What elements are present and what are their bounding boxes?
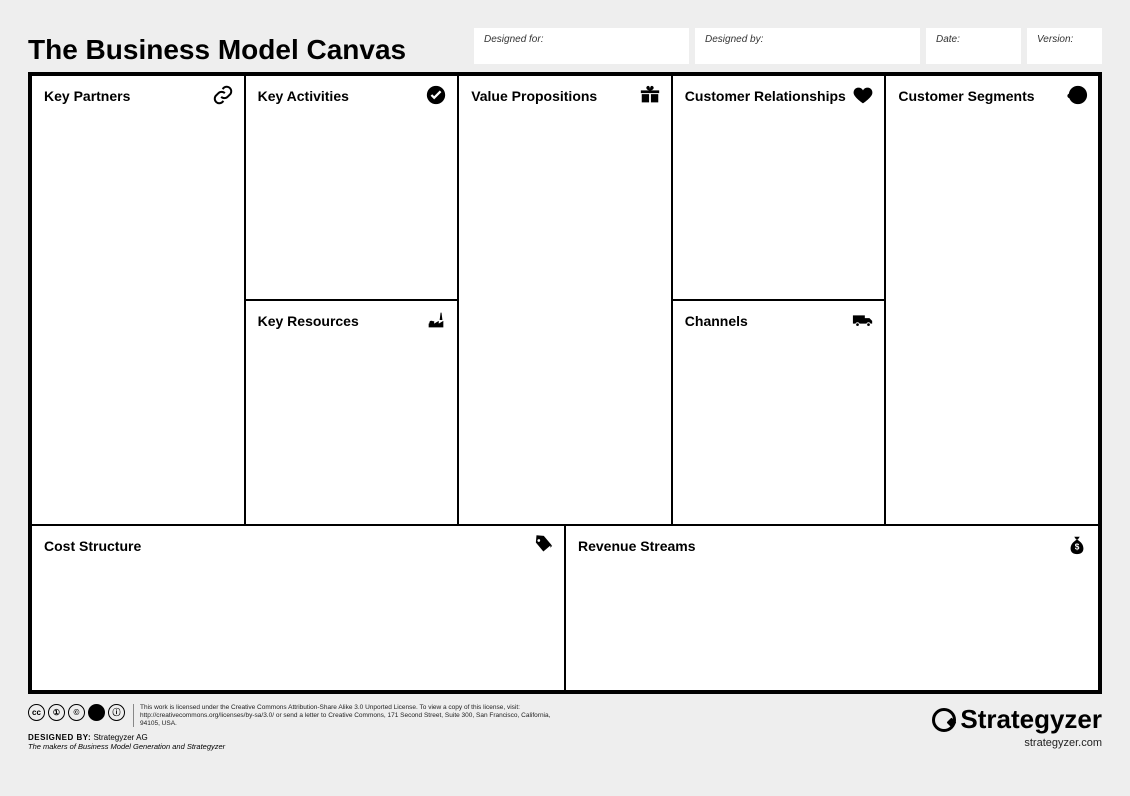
cc-badge-sa [88, 704, 105, 721]
money-bag-icon: $ [1066, 534, 1088, 556]
block-channels[interactable]: Channels [672, 300, 886, 525]
block-title: Channels [685, 313, 748, 329]
block-title: Key Partners [44, 88, 130, 104]
gift-icon [639, 84, 661, 106]
cc-badge-by: ① [48, 704, 65, 721]
truck-icon [852, 309, 874, 331]
block-title: Value Propositions [471, 88, 597, 104]
block-title: Customer Segments [898, 88, 1034, 104]
block-title: Key Activities [258, 88, 349, 104]
block-title: Cost Structure [44, 538, 141, 554]
strategyzer-logo: Strategyzer [932, 704, 1102, 735]
user-icon [1066, 84, 1088, 106]
tag-icon [532, 534, 554, 556]
block-cost-structure[interactable]: Cost Structure [31, 525, 565, 691]
block-title: Key Resources [258, 313, 359, 329]
block-title: Customer Relationships [685, 88, 846, 104]
footer: cc ① © ⓘ This work is licensed under the… [28, 704, 1102, 751]
designed-by: DESIGNED BY: Strategyzer AG The makers o… [28, 733, 924, 751]
logo-text: Strategyzer [960, 704, 1102, 735]
svg-text:$: $ [1075, 543, 1080, 552]
cc-badges: cc ① © ⓘ [28, 704, 125, 721]
block-value-propositions[interactable]: Value Propositions [458, 75, 672, 525]
block-key-activities[interactable]: Key Activities [245, 75, 459, 300]
canvas: Key Partners Key Activities Key Resource… [28, 72, 1102, 694]
cc-badge-cc: cc [28, 704, 45, 721]
page-title: The Business Model Canvas [28, 28, 406, 66]
cc-badge-info: ⓘ [108, 704, 125, 721]
cc-badge-c: © [68, 704, 85, 721]
logo-mark-icon [932, 708, 956, 732]
heart-icon [852, 84, 874, 106]
block-key-resources[interactable]: Key Resources [245, 300, 459, 525]
factory-icon [425, 309, 447, 331]
check-circle-icon [425, 84, 447, 106]
block-customer-relationships[interactable]: Customer Relationships [672, 75, 886, 300]
block-revenue-streams[interactable]: Revenue Streams $ [565, 525, 1099, 691]
site-url: strategyzer.com [932, 737, 1102, 749]
license-text: This work is licensed under the Creative… [133, 704, 553, 727]
meta-designed-by[interactable]: Designed by: [695, 28, 920, 64]
meta-designed-for[interactable]: Designed for: [474, 28, 689, 64]
block-customer-segments[interactable]: Customer Segments [885, 75, 1099, 525]
link-icon [212, 84, 234, 106]
header: The Business Model Canvas Designed for: … [28, 28, 1102, 66]
meta-version[interactable]: Version: [1027, 28, 1102, 64]
block-key-partners[interactable]: Key Partners [31, 75, 245, 525]
meta-date[interactable]: Date: [926, 28, 1021, 64]
block-title: Revenue Streams [578, 538, 696, 554]
